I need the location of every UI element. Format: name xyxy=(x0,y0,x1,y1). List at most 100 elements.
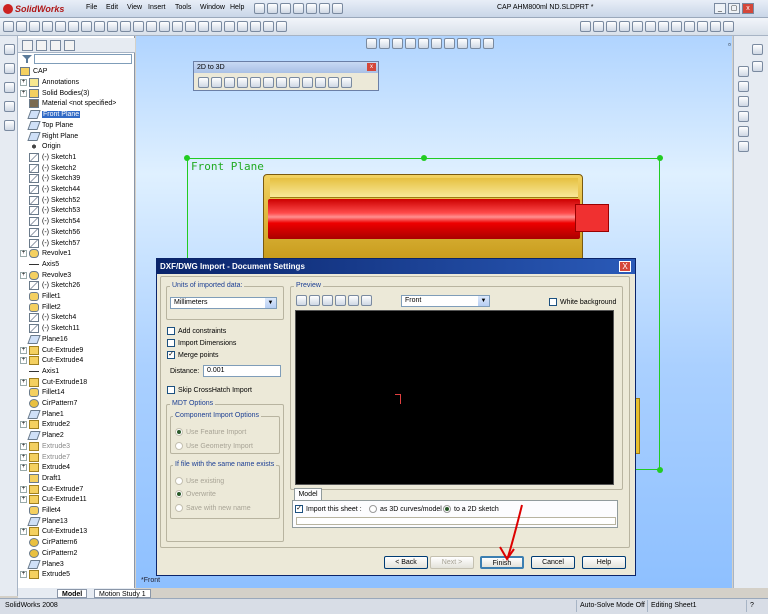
circle-icon[interactable] xyxy=(55,21,66,32)
two-view-icon[interactable] xyxy=(723,21,734,32)
pattern-tool-icon[interactable] xyxy=(4,101,15,112)
dimetric-view-icon[interactable] xyxy=(684,21,695,32)
skip-crosshatch-checkbox[interactable]: Skip CrossHatch Import xyxy=(167,386,252,394)
copy-icon[interactable] xyxy=(250,21,261,32)
top-sketch-icon[interactable] xyxy=(211,77,222,88)
tree-item[interactable]: CirPattern2 xyxy=(20,548,134,559)
front-sketch-icon[interactable] xyxy=(198,77,209,88)
merge-points-checkbox[interactable]: ✓ Merge points xyxy=(167,351,218,359)
cap-red-band[interactable] xyxy=(268,199,580,239)
rebuild-icon[interactable] xyxy=(319,3,330,14)
add-constraints-checkbox[interactable]: Add constraints xyxy=(167,327,226,335)
expand-icon[interactable]: + xyxy=(20,442,27,450)
tree-item[interactable]: CirPattern7 xyxy=(20,398,134,409)
2d-to-3d-close-icon[interactable]: x xyxy=(367,63,376,71)
tree-item[interactable]: Plane16 xyxy=(20,334,134,345)
tree-item[interactable]: (-) Sketch56 xyxy=(20,227,134,238)
right-view-icon[interactable] xyxy=(619,21,630,32)
menu-tools[interactable]: Tools xyxy=(175,4,191,11)
centerline-icon[interactable] xyxy=(133,21,144,32)
tree-item[interactable]: + Cut-Extrude18 xyxy=(20,377,134,388)
rotate-icon[interactable] xyxy=(224,21,235,32)
minimize-button[interactable]: _ xyxy=(714,3,726,14)
print-icon[interactable] xyxy=(293,3,304,14)
pan-hand-icon[interactable] xyxy=(296,295,307,306)
more-tools-icon[interactable] xyxy=(4,120,15,131)
plane-handle[interactable] xyxy=(421,155,427,161)
tree-item[interactable]: + Extrude7 xyxy=(20,452,134,463)
overwrite-radio[interactable]: Overwrite xyxy=(175,490,216,498)
dialog-close-button[interactable]: X xyxy=(619,261,631,272)
view-palette-icon[interactable] xyxy=(752,61,763,72)
zoom-to-area-icon[interactable] xyxy=(379,38,390,49)
tree-item[interactable]: Plane13 xyxy=(20,516,134,527)
appearances-icon[interactable] xyxy=(738,141,749,152)
expand-icon[interactable]: + xyxy=(20,421,27,429)
tree-item[interactable]: (-) Sketch2 xyxy=(20,163,134,174)
zoom-to-fit-icon[interactable] xyxy=(366,38,377,49)
tree-item[interactable]: (-) Sketch44 xyxy=(20,184,134,195)
scale-icon[interactable] xyxy=(237,21,248,32)
expand-icon[interactable]: + xyxy=(20,485,27,493)
tree-item[interactable]: Plane3 xyxy=(20,559,134,570)
tree-item[interactable]: + Cut-Extrude9 xyxy=(20,345,134,356)
tree-item[interactable]: + Revolve3 xyxy=(20,270,134,281)
view-dropdown[interactable]: Front ▼ xyxy=(401,295,490,307)
tree-item[interactable]: CirPattern6 xyxy=(20,537,134,548)
as-3d-curves-radio[interactable]: as 3D curves/model xyxy=(369,505,442,513)
tree-item[interactable]: + Cut-Extrude11 xyxy=(20,494,134,505)
tree-item[interactable]: (-) Sketch54 xyxy=(20,216,134,227)
file-explorer-icon[interactable] xyxy=(738,96,749,107)
zoom-in-icon[interactable] xyxy=(309,295,320,306)
relation-tool-icon[interactable] xyxy=(4,82,15,93)
model-tab[interactable]: Model xyxy=(294,488,322,500)
next-button[interactable]: Next > xyxy=(430,556,474,569)
apply-scene-icon[interactable] xyxy=(470,38,481,49)
white-background-checkbox[interactable]: White background xyxy=(549,298,616,306)
menu-edit[interactable]: Edit xyxy=(106,4,118,11)
trimetric-view-icon[interactable] xyxy=(671,21,682,32)
edit-appearance-icon[interactable] xyxy=(457,38,468,49)
cap-red-tab[interactable] xyxy=(575,204,609,232)
expand-icon[interactable]: + xyxy=(20,378,27,386)
previous-view-icon[interactable] xyxy=(392,38,403,49)
relations-icon[interactable] xyxy=(263,21,274,32)
tree-item[interactable]: Plane2 xyxy=(20,430,134,441)
menu-insert[interactable]: Insert xyxy=(148,4,166,11)
tree-item[interactable]: Fillet2 xyxy=(20,302,134,313)
tree-item[interactable]: + Cut-Extrude4 xyxy=(20,355,134,366)
design-library-icon[interactable] xyxy=(738,81,749,92)
tree-item[interactable]: Fillet4 xyxy=(20,505,134,516)
tree-item[interactable]: + Cut-Extrude7 xyxy=(20,484,134,495)
back-view-icon[interactable] xyxy=(593,21,604,32)
expand-icon[interactable]: + xyxy=(20,89,27,97)
close-window-button[interactable]: x xyxy=(742,3,754,14)
bottom-view-icon[interactable] xyxy=(645,21,656,32)
save-icon[interactable] xyxy=(280,3,291,14)
section-view-icon[interactable] xyxy=(405,38,416,49)
view-cube-icon[interactable] xyxy=(752,44,763,55)
tree-item[interactable]: Axis5 xyxy=(20,259,134,270)
tree-item[interactable]: (-) Sketch52 xyxy=(20,195,134,206)
move-icon[interactable] xyxy=(211,21,222,32)
undo-icon[interactable] xyxy=(306,3,317,14)
sketch-tool-icon[interactable] xyxy=(4,44,15,55)
align-sketch-icon[interactable] xyxy=(315,77,326,88)
single-view-icon[interactable] xyxy=(710,21,721,32)
dimension-tool-icon[interactable] xyxy=(4,63,15,74)
repair-sketch-icon[interactable] xyxy=(302,77,313,88)
open-icon[interactable] xyxy=(267,3,278,14)
tree-item[interactable]: + Extrude3 xyxy=(20,441,134,452)
view-palette-icon[interactable] xyxy=(738,126,749,137)
expand-icon[interactable]: + xyxy=(20,271,27,279)
text-icon[interactable] xyxy=(146,21,157,32)
options-icon[interactable] xyxy=(332,3,343,14)
tree-item[interactable]: (-) Sketch57 xyxy=(20,238,134,249)
preview-canvas[interactable] xyxy=(295,310,614,485)
menu-help[interactable]: Help xyxy=(230,4,244,11)
tree-item[interactable]: (-) Sketch1 xyxy=(20,152,134,163)
tree-item[interactable]: + Cut-Extrude13 xyxy=(20,526,134,537)
ellipse-icon[interactable] xyxy=(94,21,105,32)
zoom-area-icon[interactable] xyxy=(322,295,333,306)
auxiliary-sketch-icon[interactable] xyxy=(276,77,287,88)
